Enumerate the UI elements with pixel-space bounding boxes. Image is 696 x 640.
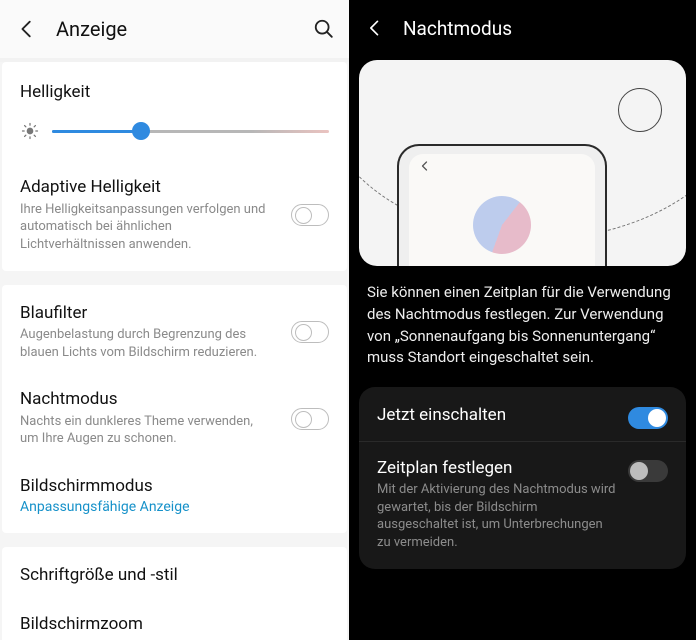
display-settings-screen: Anzeige Helligkeit: [0, 0, 349, 640]
settings-scroll[interactable]: Helligkeit: [0, 58, 349, 640]
label: Schriftgröße und -stil: [20, 565, 329, 586]
card-brightness: Helligkeit: [2, 62, 347, 271]
row-zoom[interactable]: Bildschirmzoom: [2, 600, 347, 640]
toggle-schedule[interactable]: [628, 460, 668, 482]
label: Bildschirmmodus: [20, 476, 329, 497]
page-title: Nachtmodus: [403, 17, 512, 40]
card-display-size: Schriftgröße und -stil Bildschirmzoom Bi…: [2, 547, 347, 640]
row-schedule[interactable]: Zeitplan festlegen Mit der Aktivierung d…: [359, 441, 686, 567]
back-icon[interactable]: [16, 18, 38, 40]
row-screenmode[interactable]: Bildschirmmodus Anpassungsfähige Anzeige: [2, 462, 347, 529]
header: Nachtmodus: [349, 0, 696, 56]
sun-outline-icon: [618, 88, 662, 132]
row-bluefilter[interactable]: Blaufilter Augenbelastung durch Begrenzu…: [2, 289, 347, 375]
card-display-modes: Blaufilter Augenbelastung durch Begrenzu…: [2, 285, 347, 533]
page-title: Anzeige: [56, 17, 313, 41]
row-adaptive-brightness[interactable]: Adaptive Helligkeit Ihre Helligkeitsanpa…: [2, 163, 347, 267]
row-enable-now[interactable]: Jetzt einschalten: [359, 389, 686, 441]
label: Bildschirmzoom: [20, 614, 329, 635]
back-icon[interactable]: [365, 18, 385, 38]
row-font[interactable]: Schriftgröße und -stil: [2, 551, 347, 600]
toggle-enable-now[interactable]: [628, 407, 668, 429]
label: Zeitplan festlegen: [377, 458, 668, 478]
slider-thumb[interactable]: [132, 122, 150, 140]
description: Augenbelastung durch Begrenzung des blau…: [20, 326, 329, 361]
description: Mit der Aktivierung des Nachtmodus wird …: [377, 481, 668, 551]
card-night-options: Jetzt einschalten Zeitplan festlegen Mit…: [359, 387, 686, 569]
search-icon[interactable]: [313, 18, 335, 40]
toggle-nightmode[interactable]: [291, 408, 329, 430]
label: Adaptive Helligkeit: [20, 177, 329, 198]
sun-icon: [20, 121, 40, 141]
night-mode-screen: Nachtmodus Sie können einen Zeitplan für…: [349, 0, 696, 640]
row-brightness: Helligkeit: [2, 66, 347, 163]
description: Ihre Helligkeitsanpassungen verfolgen un…: [20, 201, 329, 254]
brightness-slider[interactable]: [52, 123, 329, 139]
header: Anzeige: [0, 0, 349, 58]
toggle-bluefilter[interactable]: [291, 321, 329, 343]
row-nightmode[interactable]: Nachtmodus Nachts ein dunkleres Theme ve…: [2, 375, 347, 461]
illustration: [359, 60, 686, 266]
value: Anpassungsfähige Anzeige: [20, 499, 329, 515]
slider-fill: [52, 130, 141, 133]
phone-illustration: [397, 144, 607, 266]
toggle-adaptive-brightness[interactable]: [291, 204, 329, 226]
label: Jetzt einschalten: [377, 405, 668, 425]
description: Sie können einen Zeitplan für die Verwen…: [349, 266, 696, 387]
label: Nachtmodus: [20, 389, 329, 410]
theme-orb-icon: [473, 196, 531, 254]
description: Nachts ein dunkleres Theme verwenden, um…: [20, 413, 329, 448]
label: Blaufilter: [20, 303, 329, 324]
label: Helligkeit: [20, 82, 329, 103]
